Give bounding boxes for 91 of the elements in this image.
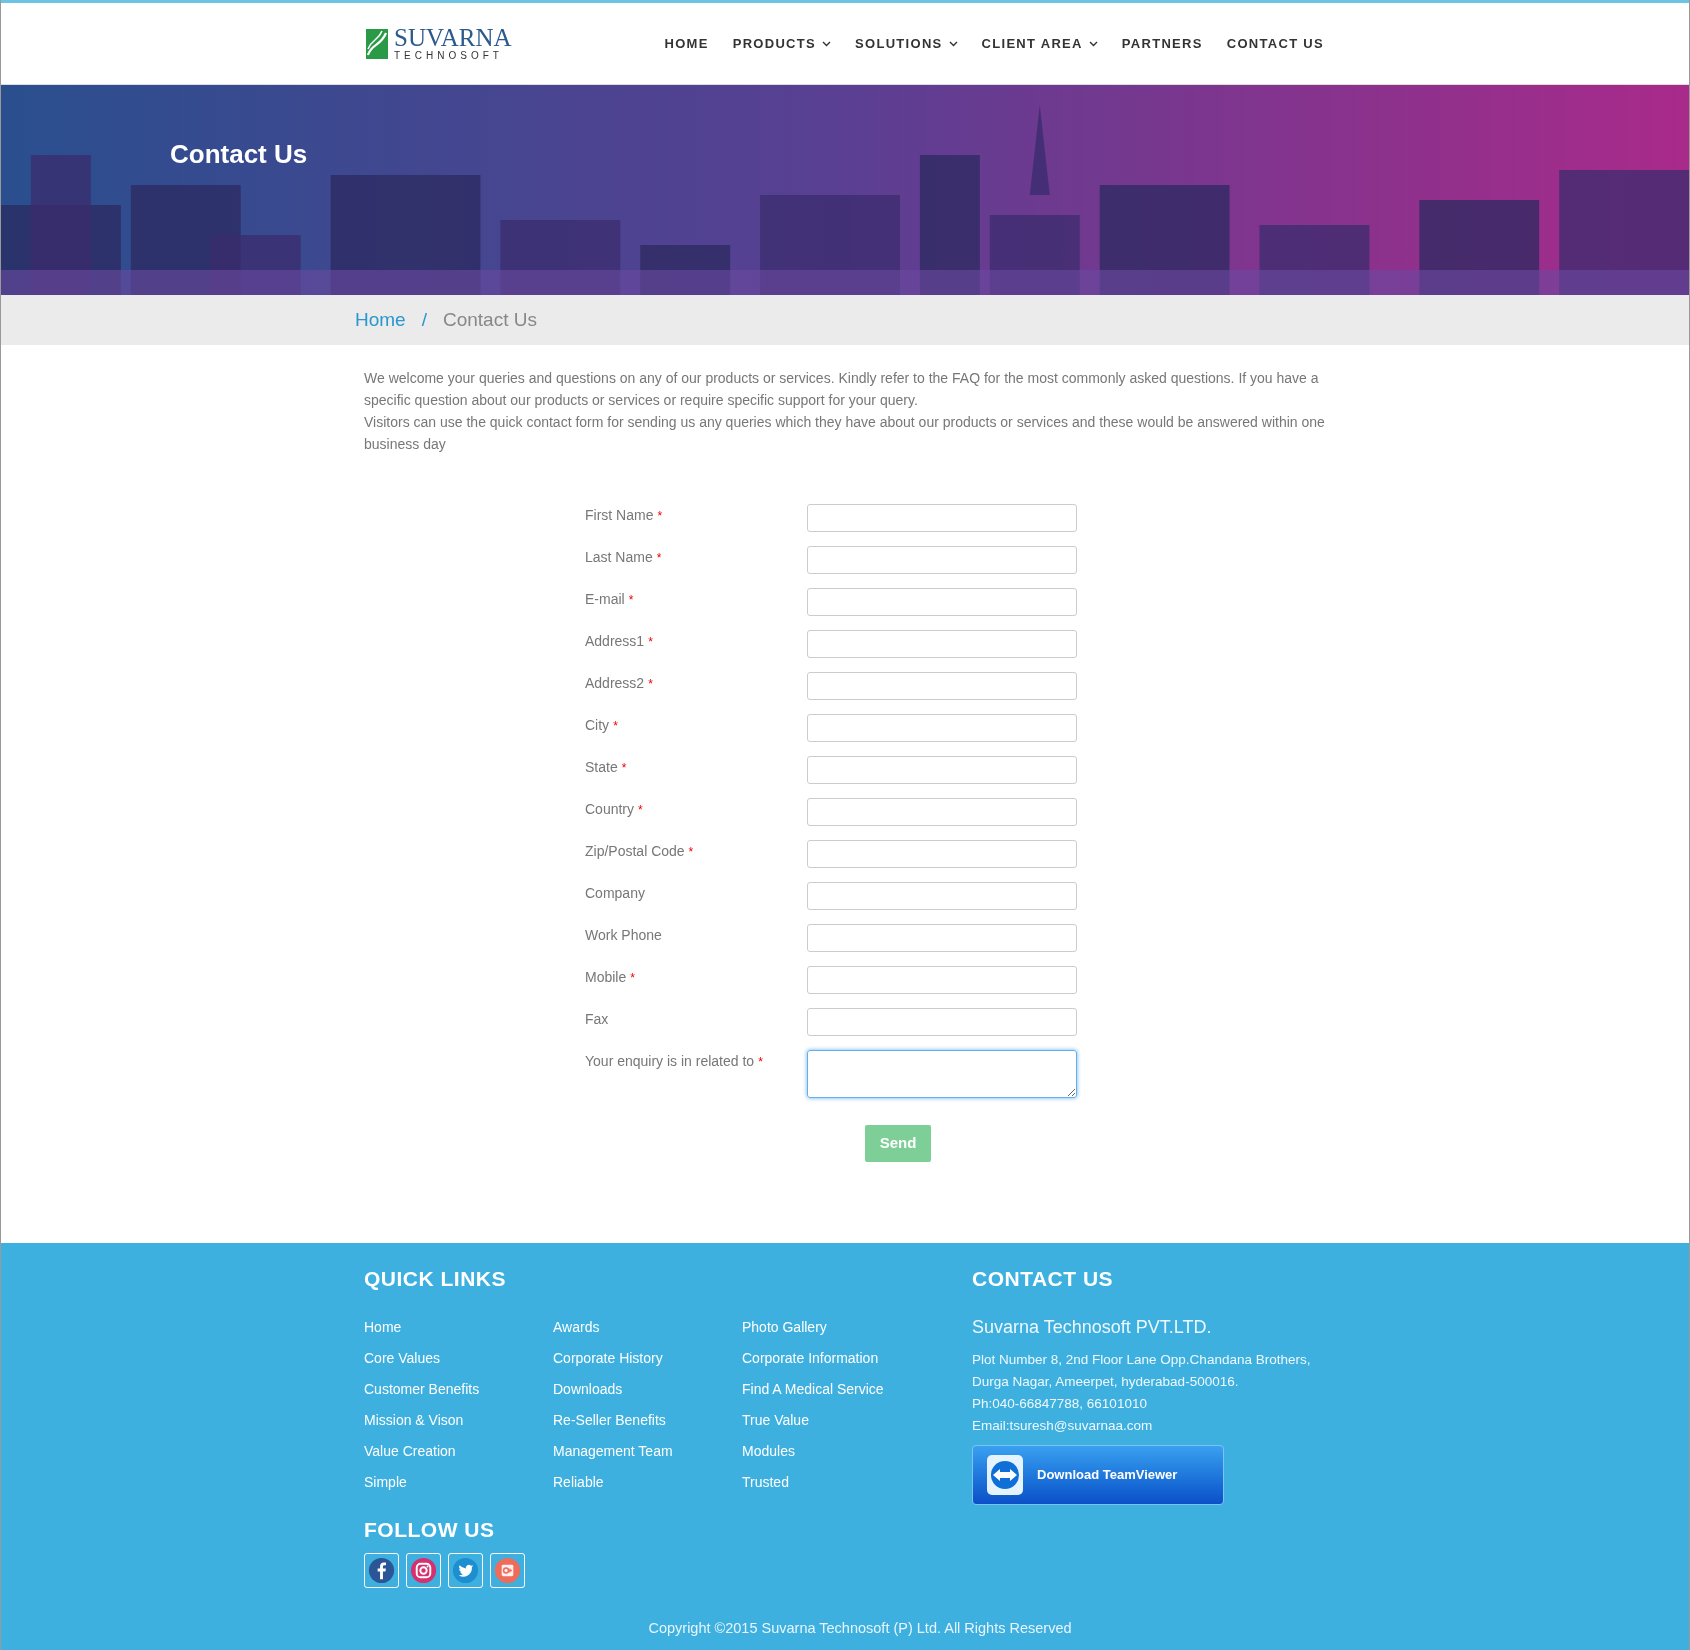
nav-link[interactable]: CLIENT AREA	[981, 33, 1098, 54]
footer-link[interactable]: Customer Benefits	[364, 1378, 480, 1399]
required-mark: *	[758, 1053, 763, 1071]
field-label: City	[585, 716, 610, 735]
required-mark: *	[688, 843, 694, 861]
field-label: Last Name	[585, 548, 653, 567]
breadcrumb-separator: /	[421, 307, 427, 332]
required-mark: *	[628, 591, 634, 609]
input-field[interactable]	[807, 756, 1077, 784]
input-field[interactable]	[807, 546, 1077, 574]
logo-icon	[366, 28, 388, 59]
footer-link[interactable]: Awards	[553, 1316, 600, 1337]
page-title: Contact Us	[170, 138, 308, 171]
footer-link[interactable]: Find A Medical Service	[742, 1378, 884, 1399]
facebook-icon[interactable]	[364, 1553, 399, 1588]
footer-link[interactable]: Photo Gallery	[742, 1316, 827, 1337]
input-field[interactable]	[807, 798, 1077, 826]
field-label: Zip/Postal Code	[585, 842, 685, 861]
logo-name: SUVARNA	[394, 26, 512, 50]
field-label: Work Phone	[585, 926, 662, 945]
contact-line: Durga Nagar, Ameerpet, hyderabad-500016.	[972, 1372, 1240, 1391]
contact-line: Ph:040-66847788, 66101010	[972, 1394, 1148, 1413]
nav-link[interactable]: PARTNERS	[1121, 33, 1203, 54]
field-label: E-mail	[585, 590, 625, 609]
footer-link[interactable]: Modules	[742, 1440, 795, 1461]
required-mark: *	[656, 549, 662, 567]
caret-icon	[948, 40, 958, 47]
footer-link[interactable]: Core Values	[364, 1347, 440, 1368]
input-field[interactable]	[807, 714, 1077, 742]
required-mark: *	[648, 633, 653, 651]
input-field[interactable]	[807, 966, 1077, 994]
contact-line: Plot Number 8, 2nd Floor Lane Opp.Chandana Brothers,	[972, 1350, 1311, 1369]
footer-link[interactable]: Mission & Vison	[364, 1409, 464, 1430]
teamviewer-button[interactable]: Download TeamViewer	[972, 1444, 1224, 1505]
enquiry-field[interactable]	[807, 1050, 1077, 1098]
copyright-text: Copyright ©2015 Suvarna Technosoft (P) Ltd. All Rights Reserved	[648, 1619, 1072, 1638]
field-label: Address2	[585, 674, 645, 693]
footer-link[interactable]: Trusted	[742, 1471, 789, 1492]
input-field[interactable]	[807, 672, 1077, 700]
caret-icon	[822, 40, 831, 47]
send-button[interactable]: Send	[865, 1125, 931, 1162]
intro-paragraph: Visitors can use the quick contact form for sending us any queries which they have about our products or services and these would be answered within one business day	[364, 413, 1326, 454]
footer-heading: CONTACT US	[972, 1266, 1115, 1292]
twitter-icon[interactable]	[448, 1553, 483, 1588]
google-plus-icon[interactable]	[490, 1553, 525, 1588]
nav-link[interactable]: SOLUTIONS	[855, 33, 958, 54]
input-field[interactable]	[807, 1008, 1077, 1036]
required-mark: *	[630, 969, 635, 987]
company-name: Suvarna Technosoft PVT.LTD.	[972, 1315, 1213, 1339]
footer-link[interactable]: Downloads	[553, 1378, 623, 1399]
input-field[interactable]	[807, 588, 1077, 616]
intro-paragraph: We welcome your queries and questions on any of our products or services. Kindly refer to the FAQ for the most commonly asked questions. If you have a specific question about our products or services or require specific support for your query.	[364, 369, 1320, 410]
nav-link[interactable]: CONTACT US	[1226, 33, 1324, 54]
footer-link[interactable]: True Value	[742, 1409, 809, 1430]
nav-link[interactable]: HOME	[664, 33, 709, 54]
footer-link[interactable]: Corporate Information	[742, 1347, 879, 1368]
field-label: Mobile	[585, 968, 627, 987]
input-field[interactable]	[807, 840, 1077, 868]
footer-heading: FOLLOW US	[364, 1516, 496, 1543]
field-label: State	[585, 758, 618, 777]
field-label: First Name	[585, 506, 654, 525]
field-label: Address1	[585, 632, 645, 651]
footer-link[interactable]: Reliable	[553, 1471, 604, 1492]
logo-tagline: TECHNOSOFT	[394, 50, 504, 61]
instagram-icon[interactable]	[406, 1553, 441, 1588]
input-field[interactable]	[807, 882, 1077, 910]
input-field[interactable]	[807, 630, 1077, 658]
teamviewer-logo-icon	[985, 1452, 1025, 1497]
footer-link[interactable]: Simple	[364, 1471, 407, 1492]
field-label: Fax	[585, 1010, 609, 1029]
breadcrumb-current: Contact Us	[442, 307, 537, 332]
footer-link[interactable]: Corporate History	[553, 1347, 663, 1368]
footer-link[interactable]: Re-Seller Benefits	[553, 1409, 666, 1430]
field-label: Your enquiry is in related to	[585, 1052, 755, 1071]
input-field[interactable]	[807, 504, 1077, 532]
nav-link[interactable]: PRODUCTS	[732, 33, 831, 54]
required-mark: *	[613, 717, 618, 735]
required-mark: *	[638, 801, 643, 819]
required-mark: *	[621, 759, 627, 777]
breadcrumb-link[interactable]: Home	[355, 305, 406, 335]
footer-heading: QUICK LINKS	[364, 1266, 507, 1292]
required-mark: *	[648, 675, 653, 693]
field-label: Company	[585, 884, 645, 903]
caret-icon	[1088, 40, 1098, 47]
contact-line: Email:tsuresh@suvarnaa.com	[972, 1416, 1154, 1435]
field-label: Country	[585, 800, 635, 819]
footer-link[interactable]: Home	[364, 1316, 402, 1337]
input-field[interactable]	[807, 924, 1077, 952]
footer-link[interactable]: Management Team	[553, 1440, 673, 1461]
required-mark: *	[657, 507, 663, 525]
footer-link[interactable]: Value Creation	[364, 1440, 456, 1461]
